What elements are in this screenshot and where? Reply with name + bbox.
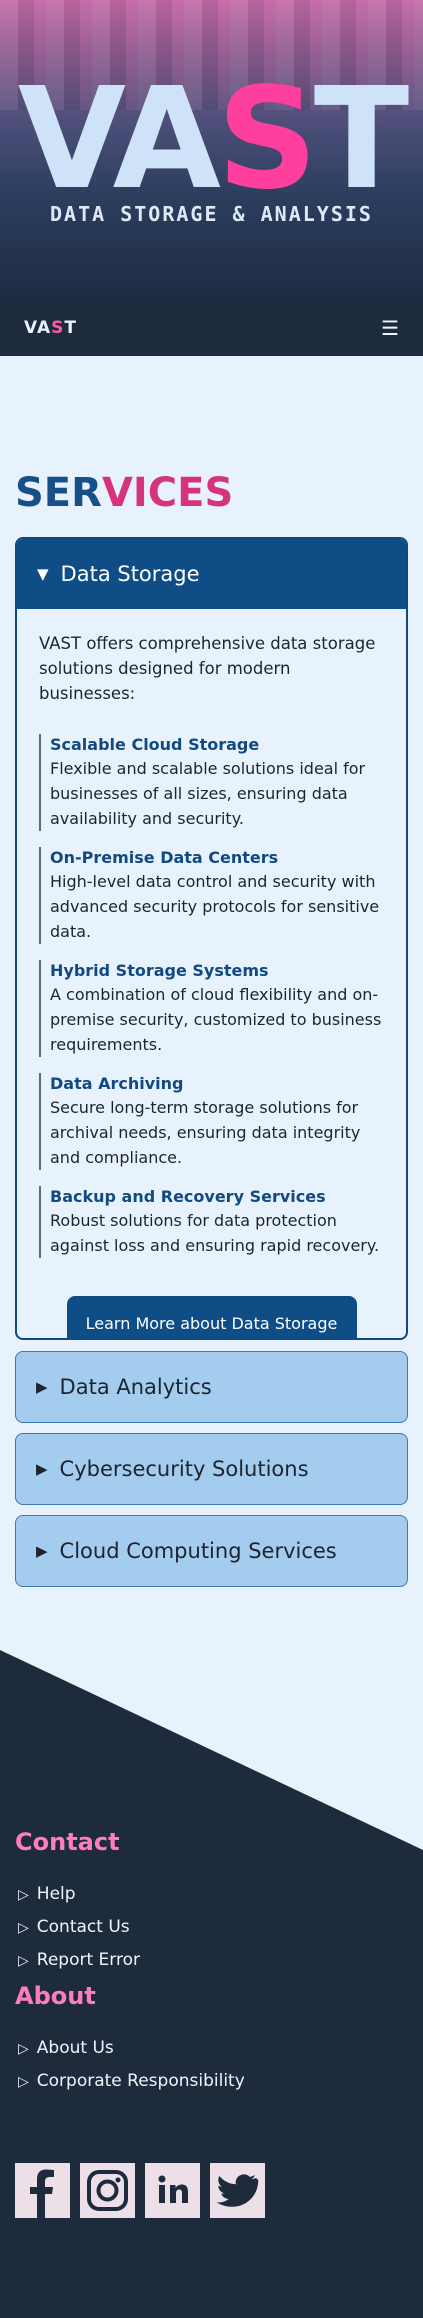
triangle-outline-icon: ▷ xyxy=(18,2041,29,2057)
navbar: VAST ☰ xyxy=(0,300,423,356)
service-item: Data Archiving Secure long-term storage … xyxy=(39,1073,384,1170)
service-name: Scalable Cloud Storage xyxy=(50,735,260,754)
about-heading: About xyxy=(15,1982,96,2010)
triangle-outline-icon: ▷ xyxy=(18,1920,29,1936)
linkedin-icon[interactable] xyxy=(145,2163,200,2218)
accordion-cybersecurity[interactable]: ▶ Cybersecurity Solutions xyxy=(15,1433,408,1505)
contact-heading: Contact xyxy=(15,1828,120,1856)
triangle-outline-icon: ▷ xyxy=(18,1887,29,1903)
service-description: Robust solutions for data protection aga… xyxy=(50,1211,380,1255)
twitter-icon[interactable] xyxy=(210,2163,265,2218)
accordion-title: Data Analytics xyxy=(59,1375,212,1399)
hero-subtitle: DATA STORAGE & ANALYSIS xyxy=(50,202,373,226)
services-heading: SERVICES xyxy=(15,470,234,516)
accordion-header-data-storage[interactable]: ▼ Data Storage xyxy=(17,539,406,609)
footer-link-about-us[interactable]: ▷ About Us xyxy=(18,2038,114,2058)
service-item: On-Premise Data Centers High-level data … xyxy=(39,847,384,944)
accordion-title: Cybersecurity Solutions xyxy=(59,1457,309,1481)
service-item: Backup and Recovery Services Robust solu… xyxy=(39,1186,384,1258)
accordion-data-storage: ▼ Data Storage VAST offers comprehensive… xyxy=(15,537,408,1340)
service-list: Scalable Cloud Storage Flexible and scal… xyxy=(17,706,406,1258)
service-item: Hybrid Storage Systems A combination of … xyxy=(39,960,384,1057)
triangle-outline-icon: ▷ xyxy=(18,1953,29,1969)
facebook-icon[interactable] xyxy=(15,2163,70,2218)
service-name: Hybrid Storage Systems xyxy=(50,961,269,980)
footer-link-help[interactable]: ▷ Help xyxy=(18,1884,76,1904)
nav-logo[interactable]: VAST xyxy=(24,318,77,338)
footer-link-contact-us[interactable]: ▷ Contact Us xyxy=(18,1917,130,1937)
accordion-data-analytics[interactable]: ▶ Data Analytics xyxy=(15,1351,408,1423)
service-description: Flexible and scalable solutions ideal fo… xyxy=(50,759,366,828)
footer-link-report-error[interactable]: ▷ Report Error xyxy=(18,1950,140,1970)
triangle-right-icon: ▶ xyxy=(36,1378,48,1396)
service-name: Data Archiving xyxy=(50,1074,184,1093)
triangle-outline-icon: ▷ xyxy=(18,2074,29,2090)
accordion-title: Data Storage xyxy=(60,562,200,586)
service-description: A combination of cloud flexibility and o… xyxy=(50,985,382,1054)
hero-title: VAST xyxy=(17,58,410,221)
service-name: On-Premise Data Centers xyxy=(50,848,279,867)
triangle-right-icon: ▶ xyxy=(36,1542,48,1560)
hero-banner: VAST DATA STORAGE & ANALYSIS xyxy=(0,0,423,300)
service-name: Backup and Recovery Services xyxy=(50,1187,326,1206)
service-item: Scalable Cloud Storage Flexible and scal… xyxy=(39,734,384,831)
instagram-icon[interactable] xyxy=(80,2163,135,2218)
learn-more-button[interactable]: Learn More about Data Storage xyxy=(66,1296,357,1338)
triangle-right-icon: ▶ xyxy=(36,1460,48,1478)
triangle-down-icon: ▼ xyxy=(37,565,49,583)
accordion-intro: VAST offers comprehensive data storage s… xyxy=(39,634,376,703)
service-description: High-level data control and security wit… xyxy=(50,872,380,941)
service-description: Secure long-term storage solutions for a… xyxy=(50,1098,361,1167)
hamburger-icon[interactable]: ☰ xyxy=(381,316,399,340)
accordion-title: Cloud Computing Services xyxy=(59,1539,337,1563)
footer-link-corporate-responsibility[interactable]: ▷ Corporate Responsibility xyxy=(18,2071,245,2091)
accordion-cloud-computing[interactable]: ▶ Cloud Computing Services xyxy=(15,1515,408,1587)
